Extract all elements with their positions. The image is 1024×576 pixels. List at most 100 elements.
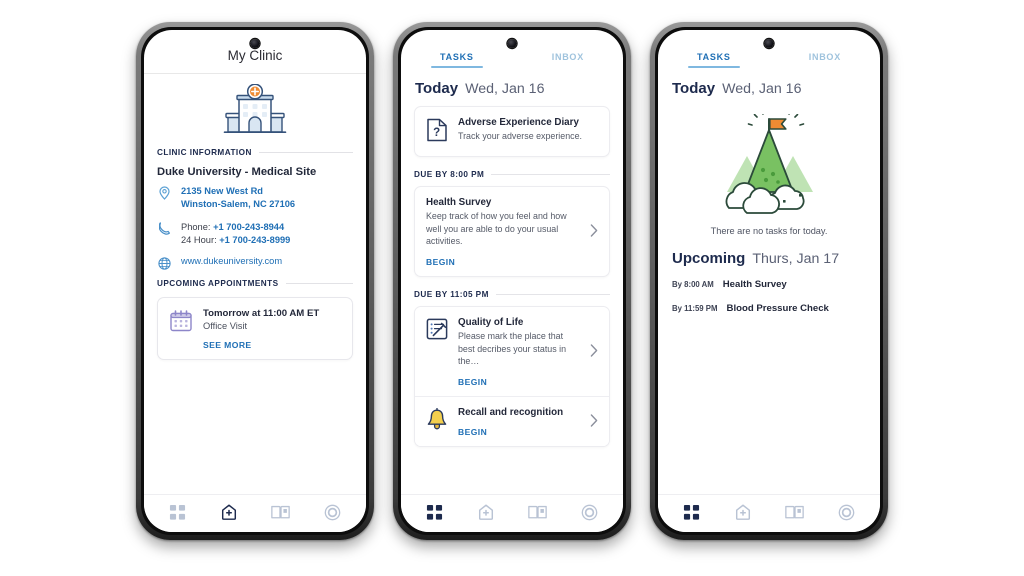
upcoming-label: Upcoming xyxy=(672,250,746,267)
clinic-information-header: CLINIC INFORMATION xyxy=(157,148,353,157)
hospital-building-icon xyxy=(223,84,287,134)
phone-mockup-2: TASKS INBOX Today Wed, Jan 16 ? Adverse … xyxy=(393,22,631,540)
upcoming-item[interactable]: By 8:00 AM Health Survey xyxy=(658,279,880,303)
phone-bezel: My Clinic CLINIC INFORMATION Duke Univer… xyxy=(141,27,369,535)
appointment-card[interactable]: Tomorrow at 11:00 AM ET Office Visit SEE… xyxy=(157,297,353,361)
clinic-address: 2135 New West Rd Winston-Salem, NC 27106 xyxy=(181,185,295,212)
hospital-illustration xyxy=(157,74,353,144)
ring-target-icon xyxy=(324,504,341,520)
task-card-quality-of-life[interactable]: Quality of Life Please mark the place th… xyxy=(415,306,609,396)
tab-inbox[interactable]: INBOX xyxy=(552,52,584,68)
nav-dashboard[interactable] xyxy=(679,501,705,523)
due-by-header-2: DUE BY 11:05 PM xyxy=(401,280,623,306)
grid-dashboard-icon xyxy=(170,504,186,520)
nav-library[interactable] xyxy=(782,501,808,523)
tab-bar: TASKS INBOX xyxy=(401,30,623,68)
ring-target-icon xyxy=(581,504,598,520)
appointment-type: Office Visit xyxy=(203,321,248,332)
mountain-flag-clouds-icon xyxy=(725,114,813,214)
phone-screen-my-clinic: My Clinic CLINIC INFORMATION Duke Univer… xyxy=(144,30,366,532)
grid-dashboard-icon xyxy=(427,504,443,520)
nav-library[interactable] xyxy=(268,501,294,523)
phone-bezel: TASKS INBOX Today Wed, Jan 16 ? Adverse … xyxy=(398,27,626,535)
today-date: Wed, Jan 16 xyxy=(722,81,802,97)
svg-text:?: ? xyxy=(433,127,440,139)
address-line-2: Winston-Salem, NC 27106 xyxy=(181,199,296,210)
empty-state-message: There are no tasks for today. xyxy=(710,226,828,236)
phone-screen-tasks-list: TASKS INBOX Today Wed, Jan 16 ? Adverse … xyxy=(401,30,623,532)
screenshot-stage: My Clinic CLINIC INFORMATION Duke Univer… xyxy=(0,0,1024,576)
tab-tasks[interactable]: TASKS xyxy=(697,52,731,68)
front-camera-icon xyxy=(764,39,774,48)
task-title: Recall and recognition xyxy=(458,406,564,418)
begin-link[interactable]: BEGIN xyxy=(458,377,580,387)
checklist-pencil-icon xyxy=(426,317,448,345)
today-date: Wed, Jan 16 xyxy=(465,81,545,97)
nav-clinic[interactable] xyxy=(216,501,242,523)
clinic-phone-numbers: Phone: +1 700-243-8944 24 Hour: +1 700-2… xyxy=(181,221,290,247)
upcoming-item-title: Health Survey xyxy=(722,279,787,290)
today-label: Today xyxy=(672,80,716,97)
phone-screen-tasks-empty: TASKS INBOX Today Wed, Jan 16 There are … xyxy=(658,30,880,532)
task-title: Health Survey xyxy=(426,197,492,208)
calendar-icon xyxy=(169,308,193,350)
tab-inbox[interactable]: INBOX xyxy=(809,52,841,68)
upcoming-appointments-header: UPCOMING APPOINTMENTS xyxy=(157,279,353,288)
chevron-right-icon xyxy=(590,414,599,429)
grid-dashboard-icon xyxy=(684,504,700,520)
task-card-adverse-experience-diary[interactable]: ? Adverse Experience Diary Track your ad… xyxy=(414,106,610,157)
clinic-website-row: www.dukeuniversity.com xyxy=(157,256,353,270)
app-title-bar: My Clinic xyxy=(144,30,366,74)
my-clinic-content: CLINIC INFORMATION Duke University - Med… xyxy=(144,74,366,494)
today-header: Today Wed, Jan 16 xyxy=(401,68,623,106)
nav-clinic[interactable] xyxy=(730,501,756,523)
bottom-navigation-bar xyxy=(401,494,623,532)
clinic-phone-row: Phone: +1 700-243-8944 24 Hour: +1 700-2… xyxy=(157,221,353,247)
location-pin-icon xyxy=(157,185,172,200)
nav-profile[interactable] xyxy=(833,501,859,523)
task-card-recall-and-recognition[interactable]: Recall and recognition BEGIN xyxy=(415,395,609,446)
upcoming-date: Thurs, Jan 17 xyxy=(752,251,840,267)
task-title: Adverse Experience Diary xyxy=(458,117,579,128)
task-description: Track your adverse experience. xyxy=(458,131,582,141)
phone-label-2: 24 Hour: xyxy=(181,235,220,246)
nav-dashboard[interactable] xyxy=(165,501,191,523)
clinic-website-link[interactable]: www.dukeuniversity.com xyxy=(181,256,282,266)
upcoming-item[interactable]: By 11:59 PM Blood Pressure Check xyxy=(658,303,880,327)
phone-mockup-3: TASKS INBOX Today Wed, Jan 16 There are … xyxy=(650,22,888,540)
medical-bag-icon xyxy=(222,504,237,520)
see-more-link[interactable]: SEE MORE xyxy=(203,340,341,350)
document-question-icon: ? xyxy=(426,117,448,147)
begin-link[interactable]: BEGIN xyxy=(458,427,580,437)
phone-label-1: Phone: xyxy=(181,221,214,232)
nav-profile[interactable] xyxy=(319,501,345,523)
divider xyxy=(495,293,610,295)
begin-link[interactable]: BEGIN xyxy=(426,257,580,267)
open-book-icon xyxy=(785,505,805,519)
nav-library[interactable] xyxy=(525,501,551,523)
tab-tasks[interactable]: TASKS xyxy=(440,52,474,68)
nav-profile[interactable] xyxy=(576,501,602,523)
bottom-navigation-bar xyxy=(658,494,880,532)
upcoming-item-title: Blood Pressure Check xyxy=(726,303,829,314)
upcoming-item-time: By 8:00 AM xyxy=(672,280,714,289)
top-task-section: ? Adverse Experience Diary Track your ad… xyxy=(401,106,623,157)
chevron-right-icon xyxy=(590,224,599,239)
clinic-address-row: 2135 New West Rd Winston-Salem, NC 27106 xyxy=(157,185,353,212)
due-by-label: DUE BY 11:05 PM xyxy=(414,289,489,299)
upcoming-item-time: By 11:59 PM xyxy=(672,304,718,313)
clinic-information-label: CLINIC INFORMATION xyxy=(157,148,252,157)
due-by-header-1: DUE BY 8:00 PM xyxy=(401,160,623,186)
tasks-content: Today Wed, Jan 16 ? Adverse Experience D… xyxy=(401,68,623,494)
phone-number-2[interactable]: +1 700-243-8999 xyxy=(219,235,290,245)
task-description: Please mark the place that best decribes… xyxy=(458,330,567,367)
medical-bag-icon xyxy=(736,504,751,520)
phone-number-1[interactable]: +1 700-243-8944 xyxy=(213,222,284,232)
phone-bezel: TASKS INBOX Today Wed, Jan 16 There are … xyxy=(655,27,883,535)
task-card-health-survey[interactable]: Health Survey Keep track of how you feel… xyxy=(414,186,610,277)
nav-dashboard[interactable] xyxy=(422,501,448,523)
task-group-1: Health Survey Keep track of how you feel… xyxy=(401,186,623,277)
tab-bar: TASKS INBOX xyxy=(658,30,880,68)
nav-clinic[interactable] xyxy=(473,501,499,523)
tasks-empty-content: Today Wed, Jan 16 There are no tasks for… xyxy=(658,68,880,494)
